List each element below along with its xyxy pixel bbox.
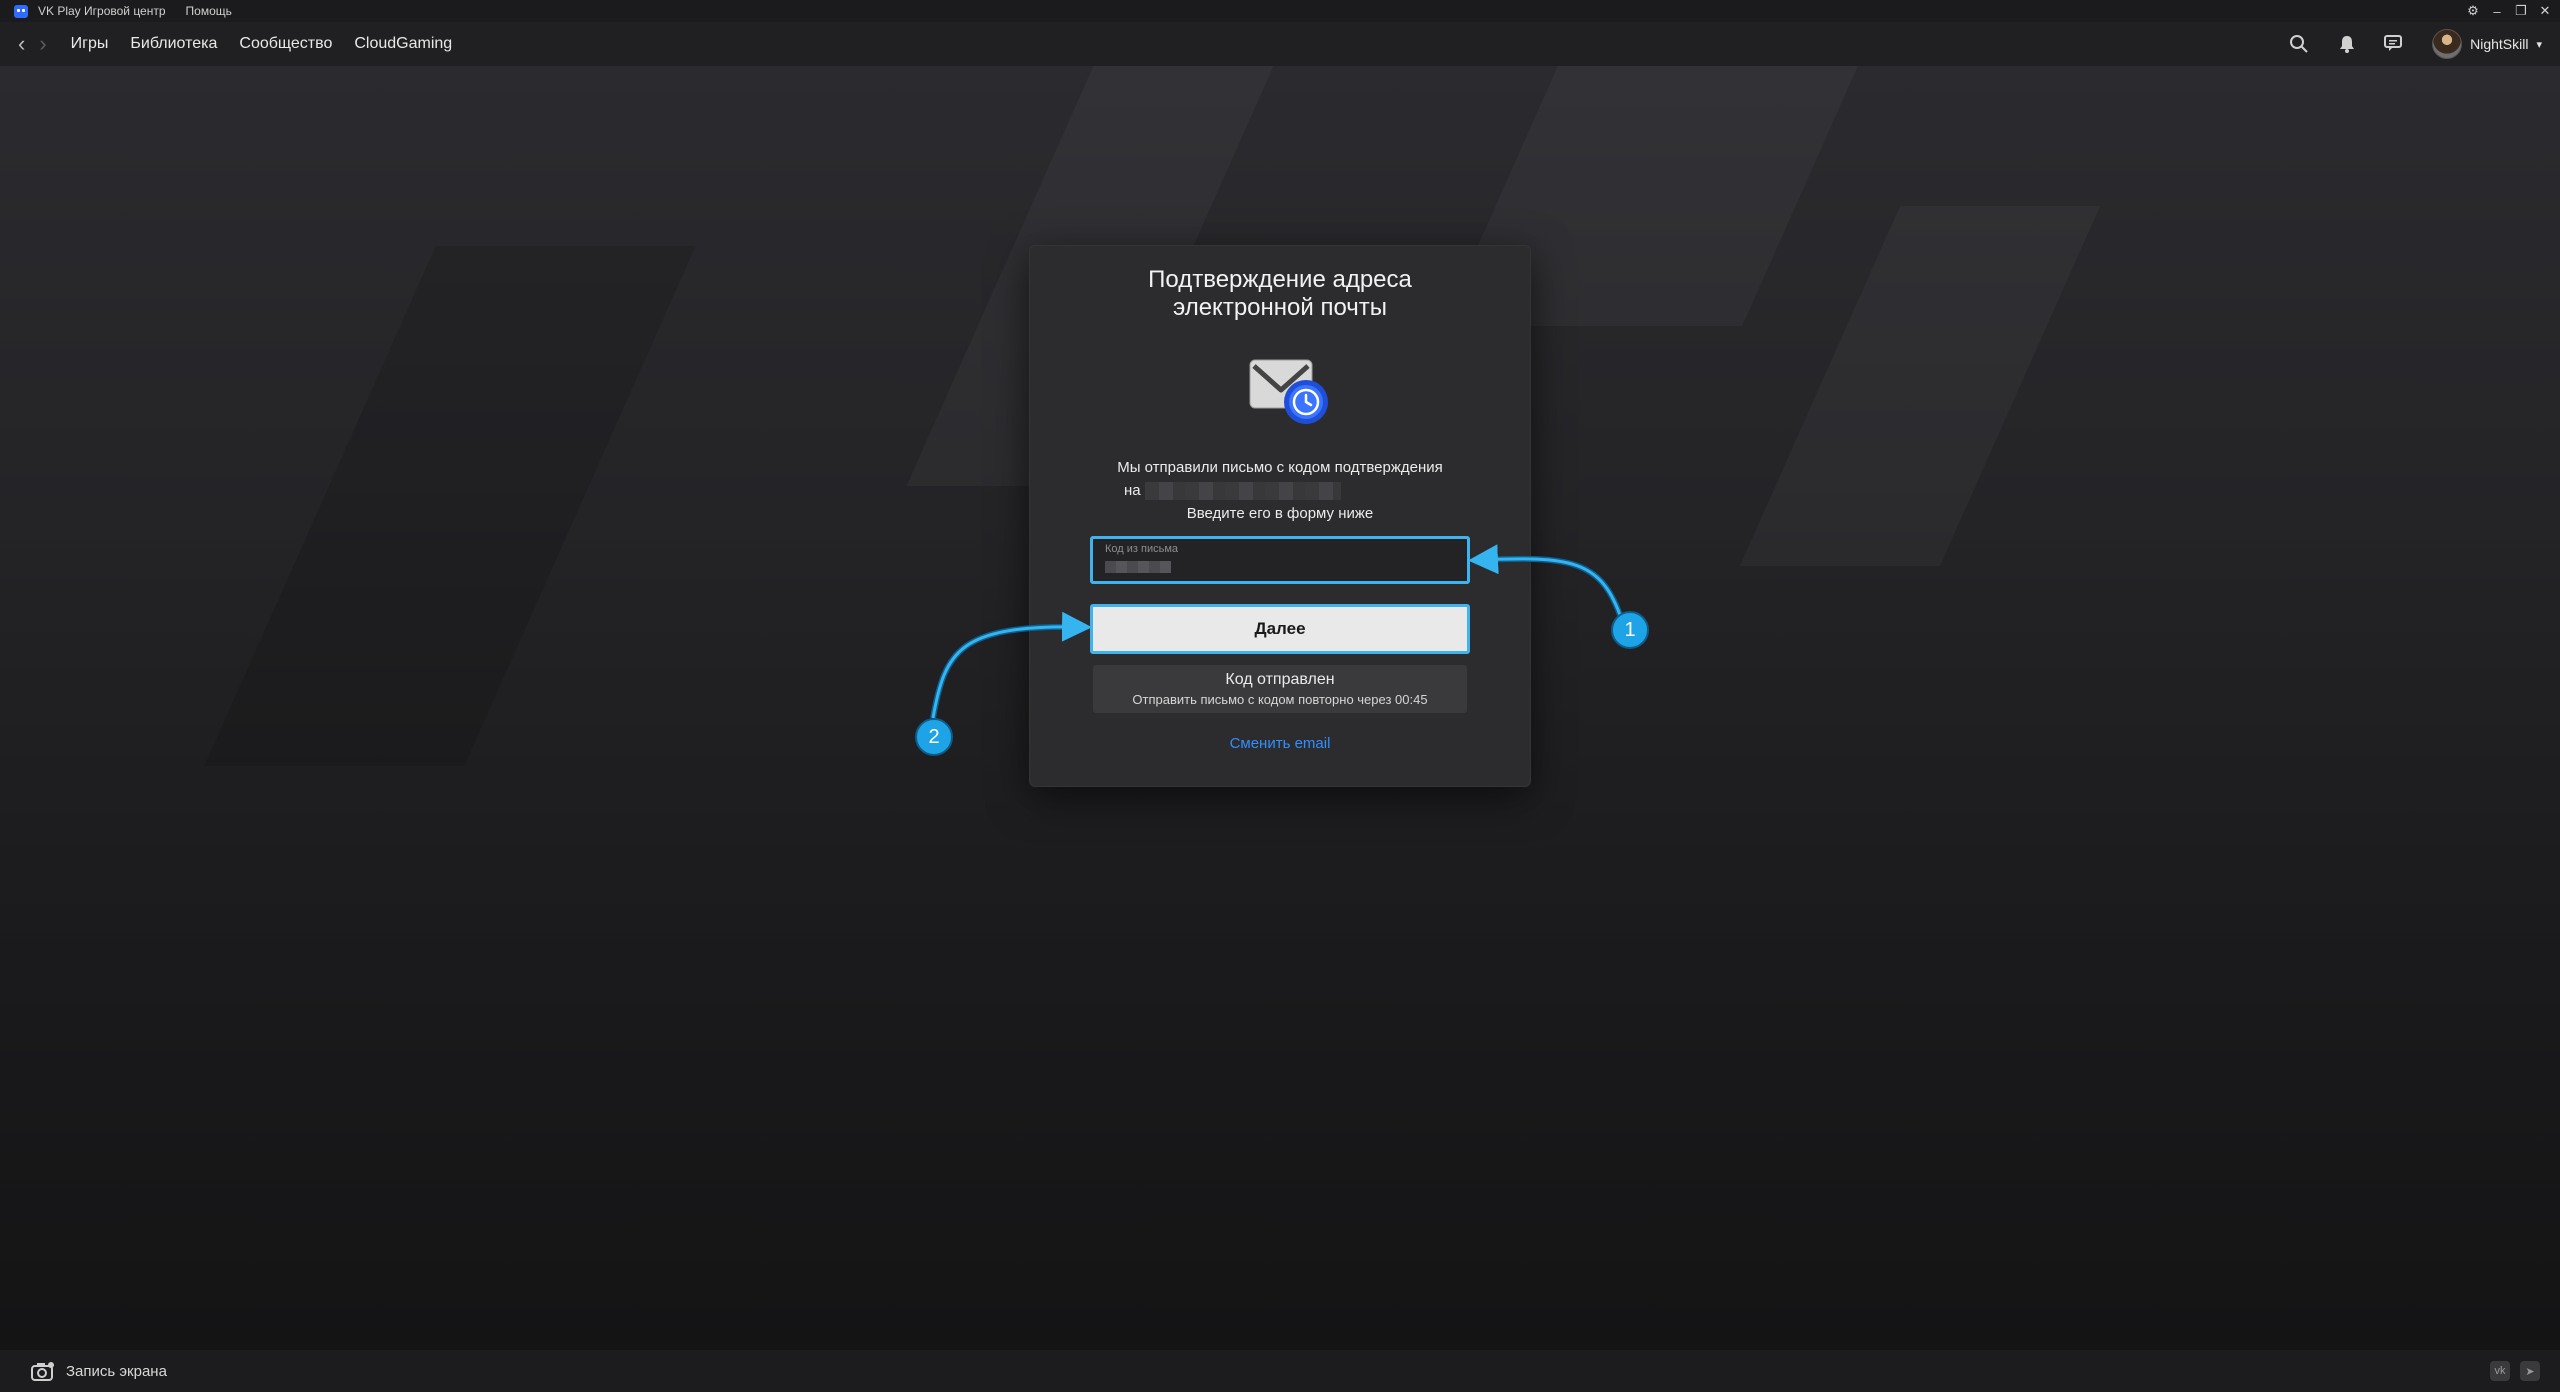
status-bar: Запись экрана vk ➤ bbox=[0, 1350, 2560, 1392]
notifications-bell-icon[interactable] bbox=[2336, 33, 2358, 55]
background-stripe bbox=[1740, 206, 2100, 566]
chat-icon[interactable] bbox=[2384, 33, 2406, 55]
dialog-title-line2: электронной почты bbox=[1172, 294, 1388, 321]
app-logo-icon bbox=[14, 4, 28, 18]
nav-right-tools: NightSkill ▾ bbox=[2288, 22, 2542, 66]
next-button[interactable]: Далее bbox=[1090, 604, 1470, 654]
vk-icon[interactable]: vk bbox=[2490, 1361, 2510, 1381]
annotation-badge-2: 2 bbox=[915, 718, 953, 756]
nav-link-community[interactable]: Сообщество bbox=[239, 35, 332, 53]
dialog-title-line1: Подтверждение адреса bbox=[1148, 266, 1412, 293]
restore-icon[interactable]: ❐ bbox=[2514, 3, 2528, 19]
code-input-label: Код из письма bbox=[1105, 543, 1179, 555]
help-menu[interactable]: Помощь bbox=[186, 4, 232, 18]
username: NightSkill bbox=[2470, 36, 2529, 52]
screen-record-camera-icon[interactable] bbox=[30, 1360, 56, 1382]
background-stripe bbox=[204, 246, 696, 766]
search-icon[interactable] bbox=[2288, 33, 2310, 55]
settings-gear-icon[interactable]: ⚙ bbox=[2466, 3, 2480, 19]
screen-record-label[interactable]: Запись экрана bbox=[66, 1363, 167, 1380]
avatar bbox=[2432, 29, 2463, 59]
back-arrow-icon[interactable]: ‹ bbox=[18, 33, 25, 55]
message-line1: Мы отправили письмо с кодом подтверждени… bbox=[1117, 459, 1443, 476]
nav-link-cloudgaming[interactable]: CloudGaming bbox=[354, 35, 452, 53]
email-confirmation-dialog: Подтверждение адреса электронной почты М… bbox=[1029, 245, 1531, 787]
title-bar: VK Play Игровой центр Помощь ⚙ – ❐ ✕ bbox=[0, 0, 2560, 22]
dialog-title: Подтверждение адреса электронной почты bbox=[1030, 266, 1530, 322]
message-recipient-prefix: на bbox=[1124, 482, 1141, 499]
change-email-link[interactable]: Сменить email bbox=[1030, 735, 1530, 752]
message-line3: Введите его в форму ниже bbox=[1186, 505, 1374, 522]
close-icon[interactable]: ✕ bbox=[2538, 3, 2552, 19]
dialog-message: Мы отправили письмо с кодом подтверждени… bbox=[1070, 456, 1490, 525]
resend-code-button[interactable]: Код отправлен Отправить письмо с кодом п… bbox=[1093, 665, 1467, 713]
resend-countdown: Отправить письмо с кодом повторно через … bbox=[1132, 692, 1428, 707]
history-nav: ‹ › bbox=[18, 33, 47, 55]
user-menu[interactable]: NightSkill ▾ bbox=[2432, 29, 2542, 59]
redacted-email bbox=[1144, 482, 1341, 501]
mail-clock-icon bbox=[1249, 359, 1328, 424]
chevron-down-icon: ▾ bbox=[2536, 38, 2542, 51]
telegram-icon[interactable]: ➤ bbox=[2520, 1361, 2540, 1381]
app-title: VK Play Игровой центр bbox=[38, 4, 166, 18]
nav-bar: ‹ › Игры Библиотека Сообщество CloudGami… bbox=[0, 22, 2560, 66]
message-line2: на bbox=[1070, 479, 1490, 502]
nav-link-library[interactable]: Библиотека bbox=[130, 35, 217, 53]
window-controls: ⚙ – ❐ ✕ bbox=[2466, 0, 2552, 22]
resend-title: Код отправлен bbox=[1225, 671, 1335, 688]
forward-arrow-icon[interactable]: › bbox=[39, 33, 46, 55]
minimize-icon[interactable]: – bbox=[2490, 4, 2504, 19]
social-links: vk ➤ bbox=[2490, 1350, 2540, 1392]
nav-link-games[interactable]: Игры bbox=[71, 35, 109, 53]
verification-code-input[interactable]: Код из письма bbox=[1090, 536, 1470, 584]
annotation-badge-1: 1 bbox=[1611, 611, 1649, 649]
redacted-code-value bbox=[1105, 561, 1171, 573]
